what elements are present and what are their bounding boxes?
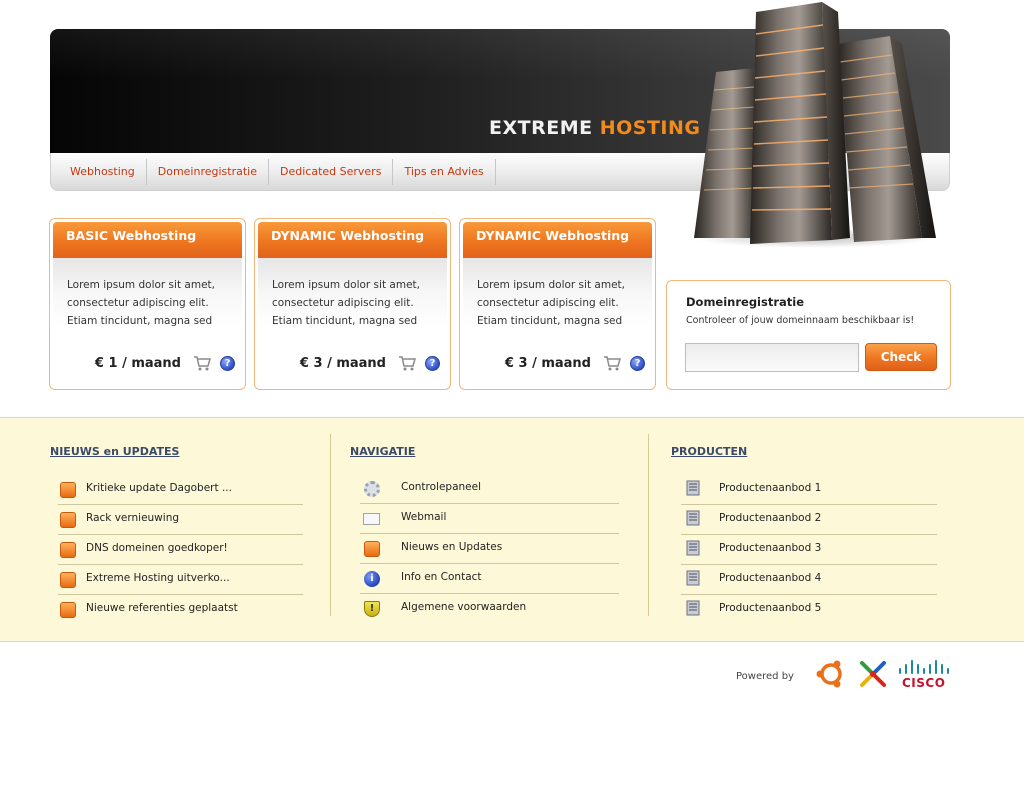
list-item[interactable]: DNS domeinen goedkoper! — [58, 535, 303, 565]
nav-item-webhosting[interactable]: Webhosting — [59, 159, 147, 185]
list-item[interactable]: Nieuwe referenties geplaatst — [58, 595, 303, 625]
plan-title: DYNAMIC Webhosting — [271, 228, 425, 243]
domain-title: Domeinregistratie — [686, 295, 805, 309]
rss-icon — [60, 512, 76, 528]
mail-icon — [363, 513, 380, 525]
server-icon — [686, 480, 700, 496]
plan-description: Lorem ipsum dolor sit amet, consectetur … — [272, 279, 420, 327]
product-item-label: Productenaanbod 3 — [719, 542, 822, 554]
cisco-wordmark: CISCO — [902, 676, 946, 690]
cart-icon[interactable] — [194, 356, 211, 371]
server-icon — [686, 600, 700, 616]
news-item-label: Nieuwe referenties geplaatst — [86, 602, 238, 614]
help-icon[interactable]: ? — [220, 356, 235, 371]
plan-price: € 3 / maand — [299, 356, 386, 371]
footer-links-area: NIEUWS en UPDATES Kritieke update Dagobe… — [0, 417, 1024, 642]
plan-price: € 3 / maand — [504, 356, 591, 371]
info-icon: i — [364, 571, 380, 587]
logo-part-hosting: HOSTING — [599, 117, 701, 139]
list-item[interactable]: Controlepaneel — [360, 474, 619, 504]
column-divider — [648, 434, 649, 616]
products-column: PRODUCTEN Productenaanbod 1 Productenaan… — [671, 418, 951, 643]
rss-icon — [60, 572, 76, 588]
rss-icon — [60, 602, 76, 618]
plan-title: DYNAMIC Webhosting — [476, 228, 630, 243]
news-title[interactable]: NIEUWS en UPDATES — [50, 445, 179, 458]
server-icon — [686, 570, 700, 586]
help-icon[interactable]: ? — [425, 356, 440, 371]
powered-by-label: Powered by — [736, 671, 794, 682]
ubuntu-logo-icon[interactable] — [816, 659, 846, 689]
domain-subtitle: Controleer of jouw domeinnaam beschikbaa… — [686, 315, 915, 326]
news-item-label: Rack vernieuwing — [86, 512, 180, 524]
xorg-logo-icon[interactable] — [859, 660, 887, 688]
domain-check-box: Domeinregistratie Controleer of jouw dom… — [666, 280, 951, 390]
server-rack-illustration — [694, 2, 936, 248]
list-item[interactable]: ! Algemene voorwaarden — [360, 594, 619, 624]
news-item-label: Kritieke update Dagobert ... — [86, 482, 232, 494]
help-icon[interactable]: ? — [630, 356, 645, 371]
navigation-column: NAVIGATIE Controlepaneel Webmail Nieuws … — [350, 418, 630, 643]
nav-item-tips-en-advies[interactable]: Tips en Advies — [393, 159, 496, 185]
navigation-title[interactable]: NAVIGATIE — [350, 445, 415, 458]
product-item-label: Productenaanbod 2 — [719, 512, 822, 524]
news-item-label: DNS domeinen goedkoper! — [86, 542, 228, 554]
navigation-item-label: Nieuws en Updates — [401, 541, 503, 553]
cart-icon[interactable] — [399, 356, 416, 371]
plan-dynamic-1: DYNAMIC Webhosting Lorem ipsum dolor sit… — [254, 218, 451, 390]
plan-price: € 1 / maand — [94, 356, 181, 371]
navigation-item-label: Webmail — [401, 511, 447, 523]
navigation-item-label: Algemene voorwaarden — [401, 601, 527, 613]
list-item[interactable]: Webmail — [360, 504, 619, 534]
products-title[interactable]: PRODUCTEN — [671, 445, 747, 458]
list-item[interactable]: i Info en Contact — [360, 564, 619, 594]
nav-list: Webhosting Domeinregistratie Dedicated S… — [59, 159, 496, 185]
rss-icon — [60, 542, 76, 558]
list-item[interactable]: Productenaanbod 2 — [681, 505, 937, 535]
nav-item-domeinregistratie[interactable]: Domeinregistratie — [147, 159, 269, 185]
rss-icon — [364, 541, 380, 557]
list-item[interactable]: Productenaanbod 4 — [681, 565, 937, 595]
product-item-label: Productenaanbod 5 — [719, 602, 822, 614]
server-icon — [686, 540, 700, 556]
list-item[interactable]: Kritieke update Dagobert ... — [58, 475, 303, 505]
plan-description: Lorem ipsum dolor sit amet, consectetur … — [67, 279, 215, 327]
check-button[interactable]: Check — [865, 343, 937, 371]
list-item[interactable]: Extreme Hosting uitverko... — [58, 565, 303, 595]
list-item[interactable]: Productenaanbod 3 — [681, 535, 937, 565]
server-icon — [686, 510, 700, 526]
news-column: NIEUWS en UPDATES Kritieke update Dagobe… — [50, 418, 310, 643]
cart-icon[interactable] — [604, 356, 621, 371]
news-item-label: Extreme Hosting uitverko... — [86, 572, 230, 584]
list-item[interactable]: Rack vernieuwing — [58, 505, 303, 535]
logo-part-extreme: EXTREME — [489, 117, 593, 139]
navigation-item-label: Controlepaneel — [401, 481, 482, 493]
list-item[interactable]: Productenaanbod 5 — [681, 595, 937, 625]
navigation-item-label: Info en Contact — [401, 571, 482, 583]
shield-icon: ! — [364, 601, 380, 617]
plan-title: BASIC Webhosting — [66, 228, 197, 243]
site-logo[interactable]: EXTREME HOSTING — [489, 117, 700, 139]
gear-icon — [364, 481, 380, 497]
list-item[interactable]: Nieuws en Updates — [360, 534, 619, 564]
list-item[interactable]: Productenaanbod 1 — [681, 475, 937, 505]
plan-description: Lorem ipsum dolor sit amet, consectetur … — [477, 279, 625, 327]
product-item-label: Productenaanbod 4 — [719, 572, 822, 584]
plan-basic: BASIC Webhosting Lorem ipsum dolor sit a… — [49, 218, 246, 390]
domain-input[interactable] — [685, 343, 859, 372]
product-item-label: Productenaanbod 1 — [719, 482, 822, 494]
column-divider — [330, 434, 331, 616]
plan-dynamic-2: DYNAMIC Webhosting Lorem ipsum dolor sit… — [459, 218, 656, 390]
nav-item-dedicated-servers[interactable]: Dedicated Servers — [269, 159, 394, 185]
rss-icon — [60, 482, 76, 498]
